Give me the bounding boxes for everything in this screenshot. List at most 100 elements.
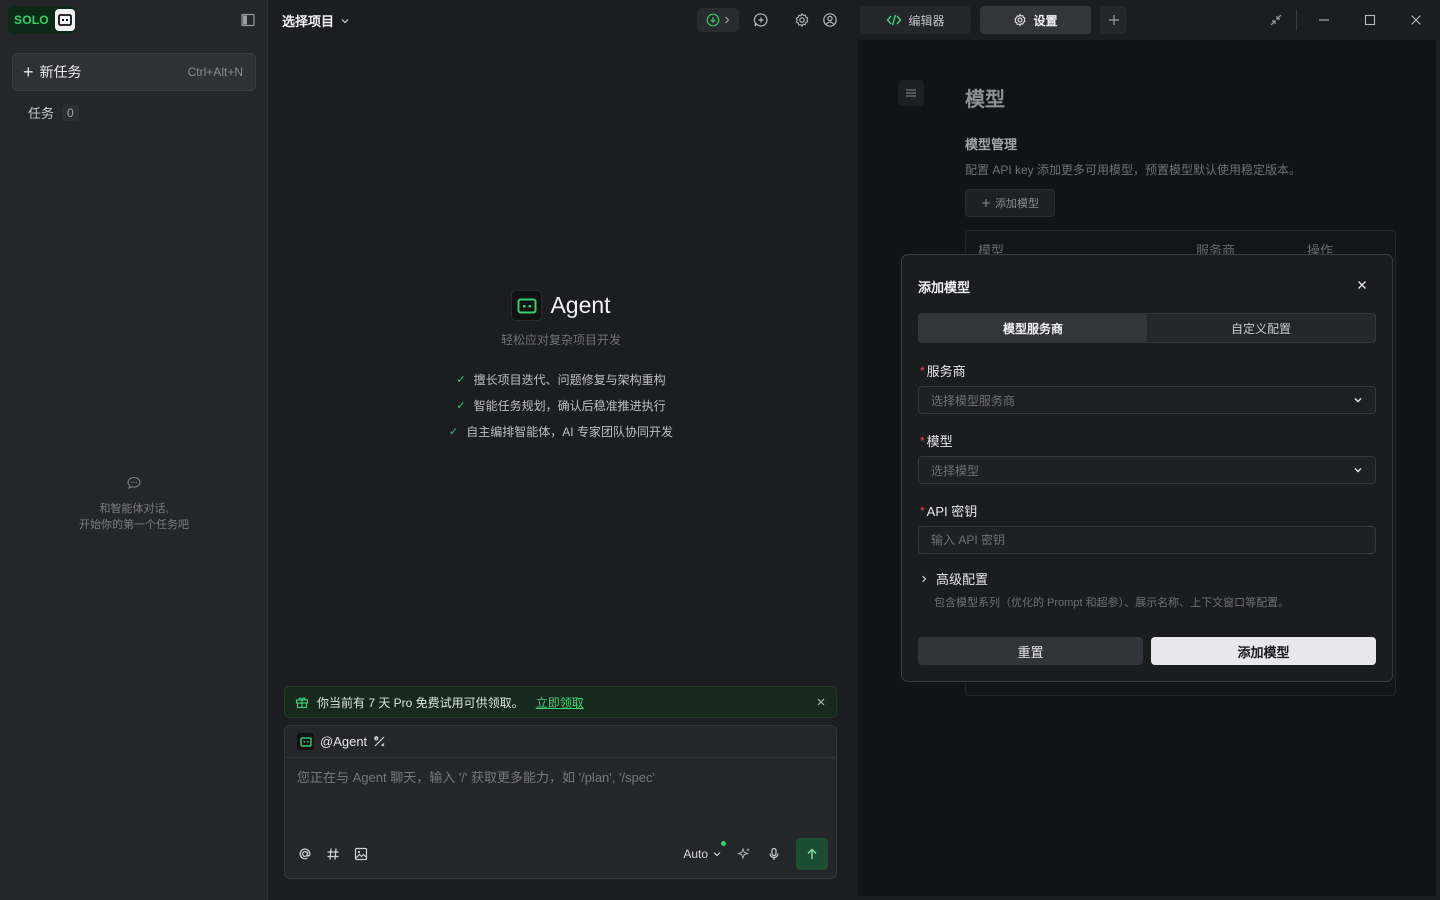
hamburger-icon [906,89,916,97]
feature-item: ✓ 擅长项目迭代、问题修复与架构重构 [456,372,666,387]
gift-icon [295,695,309,709]
page-title: 模型 [965,89,1005,111]
empty-line-1: 和智能体对话, [99,503,169,515]
model-select[interactable]: 选择模型 [918,456,1376,484]
sidebar [0,0,268,900]
advanced-config-label: 高级配置 [936,572,989,587]
new-task-label: 新任务 [39,64,82,80]
mode-indicator-dot [721,841,726,846]
sidebar-toggle-icon[interactable] [241,13,255,27]
gear-icon[interactable] [792,10,812,30]
hash-icon[interactable] [325,846,341,862]
download-circle-icon [706,13,720,27]
sidebar-empty-state: 和智能体对话, 开始你的第一个任务吧 [0,475,268,533]
add-tab-button[interactable] [1100,6,1127,34]
project-select-dropdown[interactable]: 选择项目 [282,11,350,30]
agent-logo-icon [54,9,75,31]
required-mark: * [920,503,925,518]
feature-item: ✓ 智能任务规划，确认后稳准推进执行 [456,398,666,413]
composer-header: @Agent [285,726,836,758]
required-mark: * [920,363,925,378]
maximize-icon[interactable] [1360,10,1380,30]
provider-select[interactable]: 选择模型服务商 [918,386,1376,414]
tab-settings[interactable]: 设置 [980,6,1091,34]
close-icon[interactable] [1354,277,1370,293]
pro-trial-banner: 你当前有 7 天 Pro 免费试用可供领取。 立即领取 [284,686,837,718]
feature-list: ✓ 擅长项目迭代、问题修复与架构重构 ✓ 智能任务规划，确认后稳准推进执行 ✓ … [268,366,854,444]
feature-item: ✓ 自主编排智能体，AI 专家团队协同开发 [449,424,673,439]
agent-mention[interactable]: @Agent [320,734,367,749]
chat-bubble-icon [126,475,142,491]
chat-composer: @Agent Auto [284,725,837,879]
agent-subtitle: 轻松应对复杂项目开发 [500,333,621,347]
gear-icon [1013,13,1027,27]
divider [1296,9,1297,31]
project-select-label: 选择项目 [282,14,335,29]
dialog-tabs: 模型服务商 自定义配置 [918,313,1376,343]
status-pill[interactable] [697,8,739,32]
add-model-button[interactable]: 添加模型 [965,189,1055,217]
tab-custom-config[interactable]: 自定义配置 [1147,314,1375,342]
minimize-icon[interactable] [1314,10,1334,30]
chat-input[interactable] [297,770,817,785]
microphone-icon[interactable] [766,846,782,862]
user-avatar-icon[interactable] [820,10,840,30]
tab-editor-label: 编辑器 [908,13,945,28]
add-model-label: 添加模型 [995,198,1039,210]
menu-button[interactable] [898,80,924,106]
window-close-icon[interactable] [1406,10,1426,30]
mode-label: Auto [683,847,708,861]
chevron-right-icon [723,15,731,25]
agent-logo-icon [511,290,543,321]
mode-select[interactable]: Auto [683,841,726,861]
at-mention-icon[interactable] [297,846,313,862]
check-icon: ✓ [456,399,466,412]
logo-text: SOLO [14,13,49,27]
tab-editor[interactable]: 编辑器 [860,6,971,34]
new-task-shortcut: Ctrl+Alt+N [187,65,243,79]
reset-button[interactable]: 重置 [918,637,1143,665]
new-task-button[interactable]: + 新任务 Ctrl+Alt+N [12,53,256,91]
code-icon [886,13,902,27]
close-icon[interactable] [816,697,826,707]
plus-icon [1108,15,1119,25]
tasks-label: 任务 [28,106,55,121]
submit-add-model-button[interactable]: 添加模型 [1151,637,1376,665]
tab-model-provider[interactable]: 模型服务商 [919,314,1147,342]
tasks-count-badge: 0 [62,104,79,121]
apikey-input[interactable] [918,526,1376,554]
agent-hero: Agent 轻松应对复杂项目开发 [268,290,854,348]
tasks-section[interactable]: 任务 0 [28,103,79,122]
add-model-dialog: 添加模型 模型服务商 自定义配置 * 服务商 选择模型服务商 * 模型 选择模型… [901,254,1393,682]
collapse-icon[interactable] [1266,10,1286,30]
send-button[interactable] [796,838,828,870]
solo-logo[interactable]: SOLO [8,6,75,34]
agent-title: Agent [550,292,611,318]
advanced-config-description: 包含模型系列（优化的 Prompt 和超参）、展示名称、上下文窗口等配置。 [934,597,1290,609]
model-field-label: * 模型 [920,433,953,450]
promo-text: 你当前有 7 天 Pro 免费试用可供领取。 [317,695,524,710]
chevron-down-icon [1353,465,1363,475]
tab-settings-label: 设置 [1033,13,1058,28]
chevron-down-icon [713,852,721,857]
new-chat-icon[interactable] [751,10,771,30]
check-icon: ✓ [456,373,466,386]
provider-field-label: * 服务商 [920,363,966,380]
dialog-title: 添加模型 [918,280,971,295]
plus-icon [981,198,991,208]
claim-link[interactable]: 立即领取 [536,694,584,711]
provider-placeholder: 选择模型服务商 [931,393,1016,408]
image-icon[interactable] [353,846,369,862]
section-title: 模型管理 [965,137,1018,152]
arrow-up-icon [807,848,817,859]
required-mark: * [920,433,925,448]
tools-icon[interactable] [373,735,386,748]
chevron-down-icon [340,16,350,26]
advanced-config-toggle[interactable]: 高级配置 [920,569,988,588]
plus-icon: + [23,62,34,82]
agent-logo-icon [297,733,314,750]
model-placeholder: 选择模型 [931,463,980,478]
check-icon: ✓ [449,425,459,438]
sparkle-icon[interactable] [736,846,752,862]
section-description: 配置 API key 添加更多可用模型，预置模型默认使用稳定版本。 [965,163,1302,177]
